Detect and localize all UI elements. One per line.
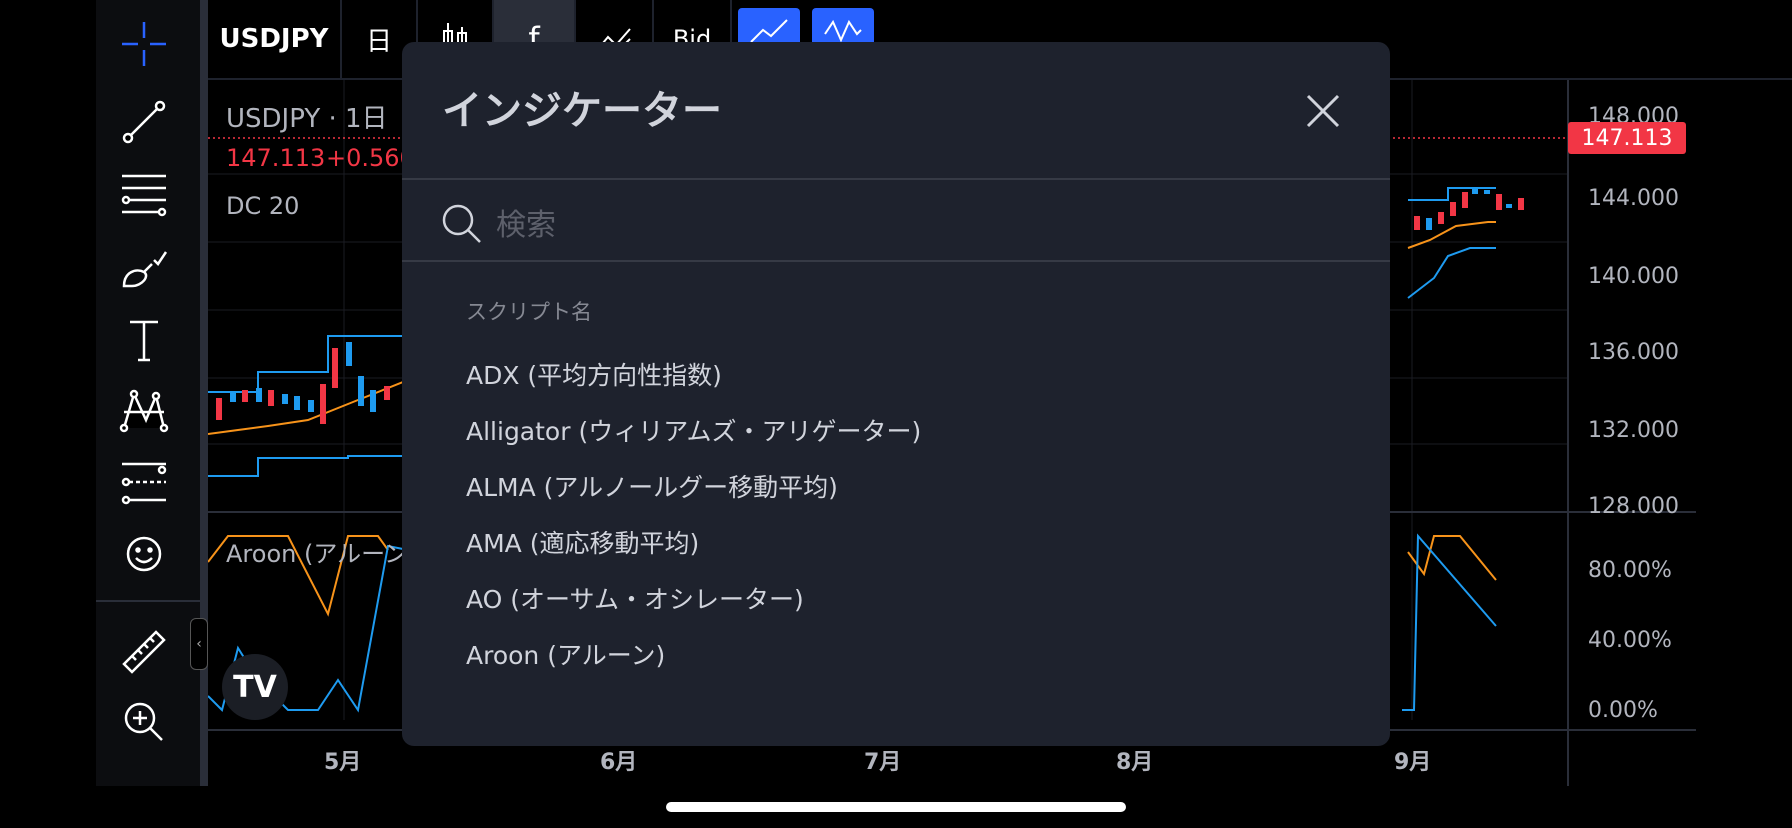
drawing-toolbar [96,0,200,786]
legend-symbol: USDJPY · 1日 [226,104,388,134]
text-icon[interactable] [118,314,170,366]
legend-dc-indicator[interactable]: DC 20 [226,192,299,220]
toolbar-divider [96,600,200,602]
dialog-title: インジケーター [442,88,722,134]
collapse-toolbar-button[interactable]: ‹ [190,618,208,670]
indicators-dialog: インジケーター スクリプト名 ADX (平均方向性指数) Alligator (… [402,42,1390,746]
pattern-icon[interactable] [118,384,170,436]
zoom-icon[interactable] [118,696,170,748]
emoji-icon[interactable] [118,528,170,580]
legend-price: 147.113 [226,144,326,172]
price-axis-label: 132.000 [1588,418,1679,443]
forecast-icon[interactable] [118,456,170,508]
aroon-axis-label: 80.00% [1588,558,1672,583]
time-axis-label: 8月 [1116,750,1154,775]
price-axis-label: 128.000 [1588,494,1679,514]
tradingview-logo-icon[interactable]: TV [222,654,288,720]
symbol-button[interactable]: USDJPY [208,0,342,78]
time-axis-label: 5月 [324,750,362,775]
crosshair-icon[interactable] [118,18,170,70]
ruler-icon[interactable] [118,626,170,678]
indicator-list-item[interactable]: Alligator (ウィリアムズ・アリゲーター) [466,402,1366,458]
search-icon [440,202,484,246]
search-input[interactable] [494,198,1358,252]
price-axis-label: 136.000 [1588,340,1679,365]
time-axis-label: 9月 [1394,750,1432,775]
brush-icon[interactable] [118,242,170,294]
dialog-divider [402,260,1390,262]
time-axis-label: 6月 [600,750,638,775]
trendline-icon[interactable] [118,96,170,148]
close-icon[interactable] [1300,88,1346,134]
fib-icon[interactable] [118,168,170,220]
current-price-badge: 147.113 [1568,122,1686,154]
price-axis-label: 144.000 [1588,186,1679,211]
legend-aroon-indicator[interactable]: Aroon (アルーン [226,534,408,569]
time-axis-label: 7月 [864,750,902,775]
home-indicator[interactable] [666,802,1126,812]
indicator-list-item[interactable]: Aroon (アルーン) [466,626,1366,682]
aroon-axis-label: 0.00% [1588,698,1658,723]
indicator-list-item[interactable]: AO (オーサム・オシレーター) [466,570,1366,626]
indicator-list-item[interactable]: AMA (適応移動平均) [466,514,1366,570]
dialog-divider [402,178,1390,180]
price-axis-label: 140.000 [1588,264,1679,289]
indicator-list-item[interactable]: ADX (平均方向性指数) [466,346,1366,402]
section-header: スクリプト名 [466,300,592,324]
indicator-list-item[interactable]: ALMA (アルノールグー移動平均) [466,458,1366,514]
aroon-axis-label: 40.00% [1588,628,1672,653]
